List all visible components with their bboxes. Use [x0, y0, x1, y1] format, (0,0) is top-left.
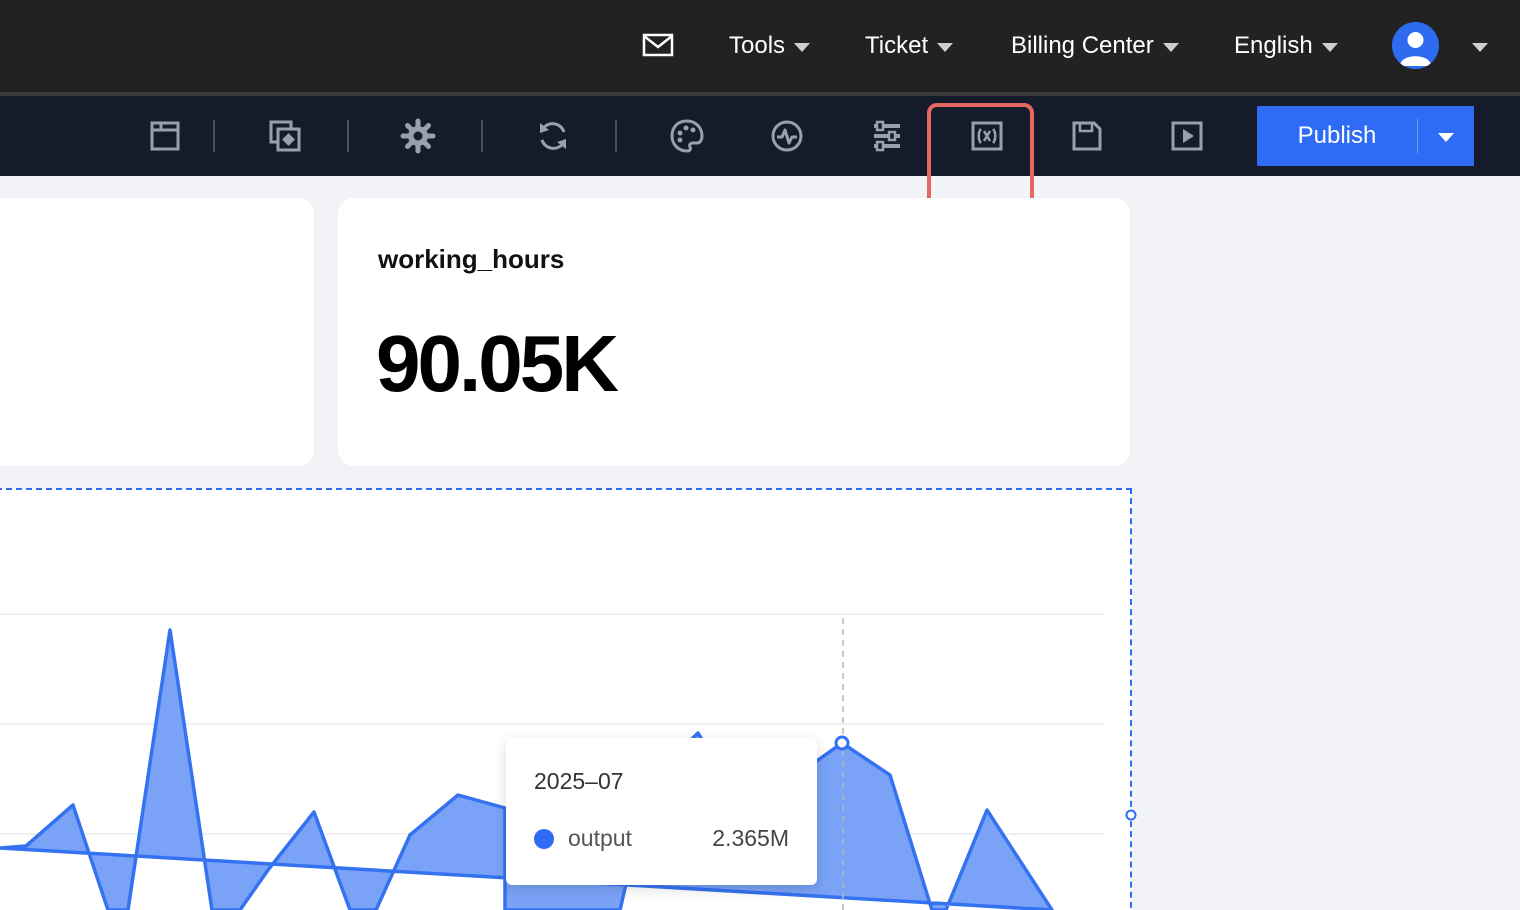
tools-menu-label: Tools [729, 32, 786, 59]
tooltip-date: 2025–07 [534, 768, 624, 794]
user-avatar-icon[interactable] [1392, 22, 1439, 69]
tooltip-value: 2.365M [712, 825, 789, 851]
tooltip-series-name: output [568, 825, 632, 851]
billing-center-menu[interactable]: Billing Center [1011, 28, 1179, 64]
language-menu-label: English [1234, 32, 1313, 59]
filter-icon[interactable] [869, 118, 905, 154]
mail-icon[interactable] [642, 33, 674, 57]
chevron-down-icon [1162, 42, 1179, 52]
palette-icon[interactable] [669, 118, 705, 154]
activity-icon[interactable] [769, 118, 805, 154]
metric-title: working_hours [378, 244, 565, 274]
toolbar-separator [347, 120, 349, 152]
account-chevron-down-icon[interactable] [1472, 43, 1488, 52]
tools-menu[interactable]: Tools [729, 28, 811, 64]
toolbar-separator [615, 120, 617, 152]
chevron-down-icon [794, 42, 811, 52]
settings-icon[interactable] [400, 118, 436, 154]
metric-card-partial[interactable] [0, 198, 314, 466]
chevron-down-icon [937, 42, 954, 52]
toolbar-separator [213, 120, 215, 152]
metric-card[interactable]: working_hours 90.05K [338, 198, 1130, 466]
ticket-menu[interactable]: Ticket [865, 28, 954, 64]
variable-icon-highlight [927, 103, 1034, 209]
panel-icon[interactable] [147, 118, 183, 154]
billing-center-menu-label: Billing Center [1011, 32, 1154, 59]
layers-icon[interactable] [267, 118, 303, 154]
refresh-icon[interactable] [535, 118, 571, 154]
metric-value: 90.05K [376, 319, 619, 408]
toolbar-separator [481, 120, 483, 152]
publish-dropdown-toggle[interactable] [1418, 131, 1474, 142]
language-menu[interactable]: English [1234, 28, 1338, 64]
series-marker-icon [534, 829, 554, 849]
chevron-down-icon [1438, 132, 1454, 142]
save-icon[interactable] [1069, 118, 1105, 154]
chevron-down-icon [1321, 42, 1338, 52]
ticket-menu-label: Ticket [865, 32, 929, 59]
publish-button-label: Publish [1297, 122, 1377, 149]
preview-icon[interactable] [1169, 118, 1205, 154]
publish-button[interactable]: Publish [1257, 106, 1474, 166]
chart-tooltip: 2025–07 output 2.365M [506, 738, 817, 885]
